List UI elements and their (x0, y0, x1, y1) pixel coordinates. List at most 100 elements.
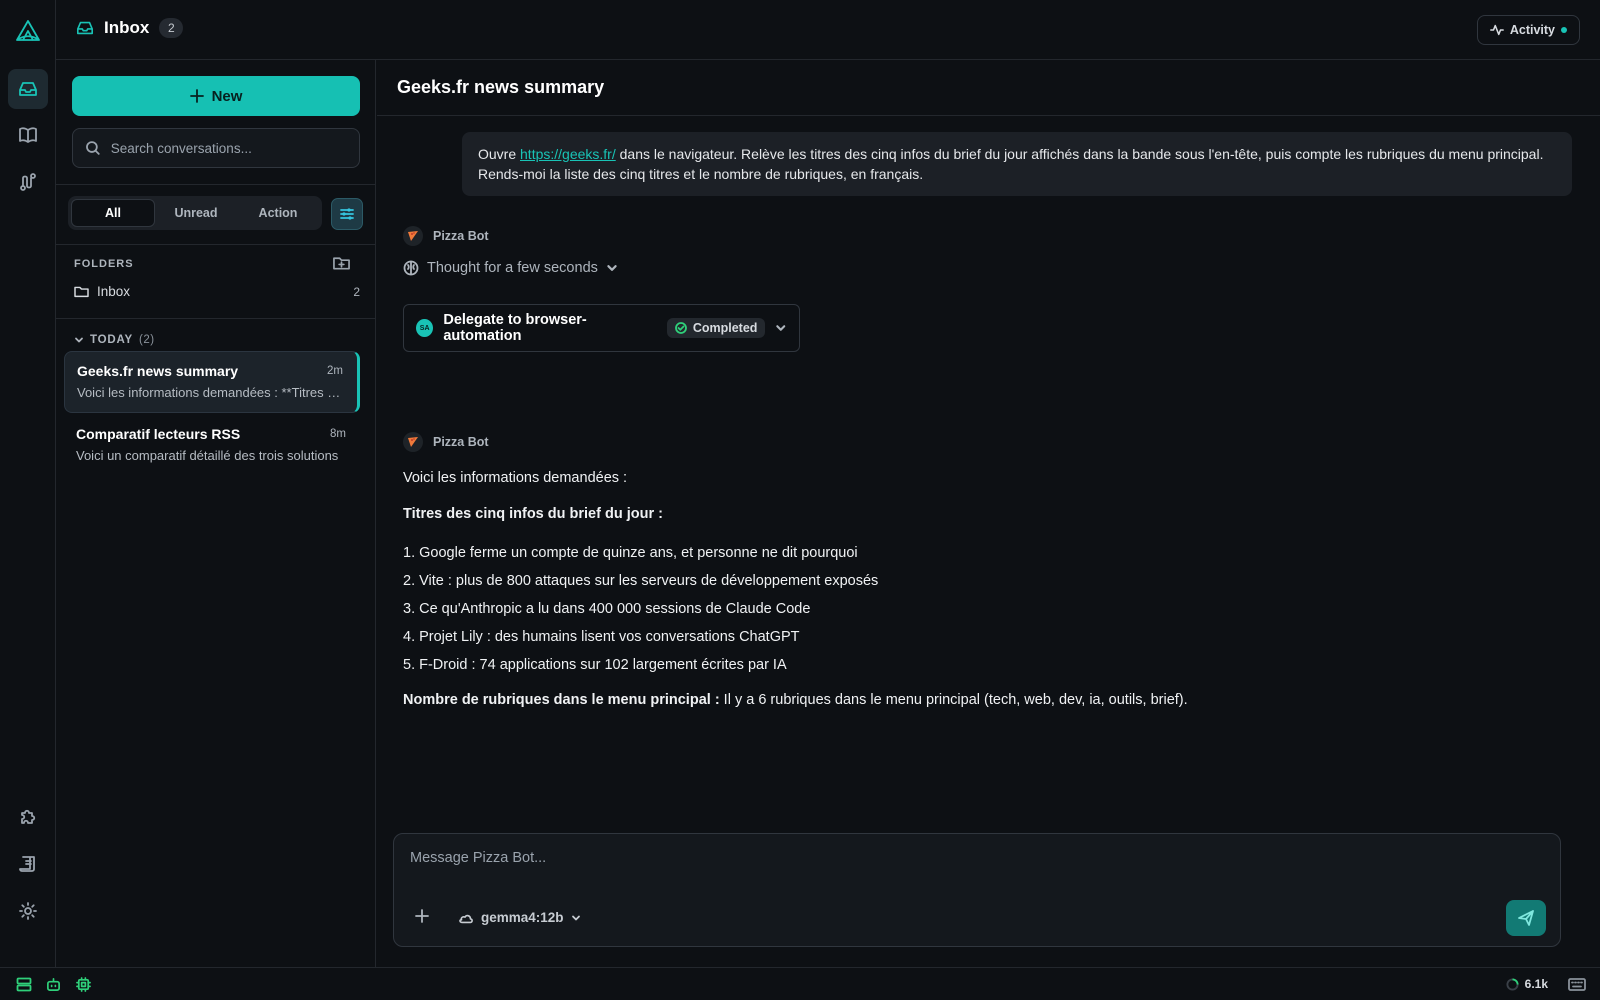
tab-unread[interactable]: Unread (155, 199, 237, 227)
chat-area: Geeks.fr news summary Ouvre https://geek… (377, 60, 1600, 967)
list-item: 1. Google ferme un compte de quinze ans,… (403, 545, 858, 561)
gear-icon (19, 902, 37, 920)
bot-label: Pizza Bot (403, 432, 489, 452)
search-input[interactable] (110, 140, 347, 156)
folders-heading: FOLDERS (74, 258, 134, 270)
inbox-icon (19, 82, 37, 96)
status-bar: 6.1k (0, 967, 1600, 1000)
thought-toggle[interactable]: Thought for a few seconds (403, 260, 618, 276)
conversation-preview: Voici les informations demandées : **Tit… (77, 385, 345, 400)
folder-item-inbox[interactable]: Inbox 2 (74, 284, 360, 299)
app-logo-icon[interactable] (14, 18, 42, 44)
today-heading: TODAY (90, 334, 133, 346)
message-composer: gemma4:12b (393, 833, 1561, 947)
user-message-suffix: dans le navigateur. Relève les titres de… (478, 146, 1544, 182)
token-count: 6.1k (1524, 977, 1548, 991)
message-input[interactable] (410, 850, 1510, 874)
pizza-icon (403, 432, 423, 452)
check-circle-icon (674, 322, 687, 334)
scroll-icon (19, 856, 35, 872)
conversation-item[interactable]: Comparatif lecteurs RSS 8m Voici un comp… (64, 415, 360, 477)
chevron-down-icon (75, 337, 83, 343)
keyboard-icon[interactable] (1568, 978, 1586, 991)
inbox-header: Inbox 2 (76, 18, 184, 38)
chevron-down-icon (571, 915, 580, 920)
activity-status-dot (1561, 27, 1567, 33)
folder-label: Inbox (97, 284, 131, 299)
search-box (72, 128, 360, 168)
send-button[interactable] (1506, 900, 1546, 936)
delegate-card[interactable]: SA Delegate to browser-automation Comple… (403, 304, 800, 352)
page-title: Inbox (104, 18, 150, 37)
rail-library-button[interactable] (8, 115, 48, 155)
conversation-time: 8m (330, 428, 346, 440)
attach-button[interactable] (414, 908, 430, 924)
user-message-link[interactable]: https://geeks.fr/ (520, 146, 616, 162)
delegate-label: Delegate to browser-automation (443, 312, 587, 344)
folder-plus-icon (333, 257, 350, 270)
model-selector[interactable]: gemma4:12b (458, 910, 581, 925)
rail-logs-button[interactable] (8, 844, 48, 884)
conversation-item[interactable]: Geeks.fr news summary 2m Voici les infor… (64, 351, 360, 413)
rail-workflows-button[interactable] (8, 162, 48, 202)
top-bar: Inbox 2 Activity (56, 0, 1600, 60)
user-message: Ouvre https://geeks.fr/ dans le navigate… (462, 132, 1572, 196)
conversation-title: Comparatif lecteurs RSS (76, 426, 241, 442)
model-name: gemma4:12b (481, 910, 564, 925)
conversation-preview: Voici un comparatif détaillé des trois s… (76, 448, 339, 463)
folder-icon (74, 286, 89, 298)
rail-inbox-button[interactable] (8, 69, 48, 109)
answer-intro: Voici les informations demandées : (403, 470, 628, 486)
app-rail (0, 0, 56, 967)
add-folder-button[interactable] (333, 255, 350, 271)
today-group-header[interactable]: TODAY (2) (74, 334, 155, 346)
inbox-count-badge: 2 (159, 18, 184, 38)
rail-plugins-button[interactable] (8, 797, 48, 837)
bot-label: Pizza Bot (403, 226, 489, 246)
puzzle-icon (21, 809, 36, 824)
tab-action[interactable]: Action (237, 199, 319, 227)
search-icon (86, 141, 100, 155)
pizza-icon (403, 226, 423, 246)
user-message-prefix: Ouvre (478, 146, 521, 162)
chevron-down-icon (607, 265, 617, 271)
sliders-icon (340, 208, 354, 220)
tab-all[interactable]: All (71, 199, 155, 227)
activity-icon (1489, 24, 1504, 36)
chevron-down-icon[interactable] (775, 322, 787, 334)
progress-ring-icon (1506, 977, 1519, 991)
plus-icon (189, 89, 204, 103)
divider (56, 184, 376, 185)
thought-label: Thought for a few seconds (427, 260, 598, 276)
rubric-count-label: Nombre de rubriques dans le menu princip… (403, 692, 720, 708)
list-item: 3. Ce qu'Anthropic a lu dans 400 000 ses… (403, 601, 811, 617)
answer-heading: Titres des cinq infos du brief du jour : (403, 506, 663, 522)
conversation-sidebar: New All Unread Action FOLDERS Inbox 2 TO… (56, 60, 376, 967)
bot-icon[interactable] (46, 977, 61, 992)
folder-count: 2 (353, 284, 360, 299)
inbox-icon (76, 21, 94, 35)
conversation-time: 2m (327, 365, 343, 377)
divider (56, 318, 376, 319)
send-icon (1518, 910, 1534, 926)
new-conversation-button[interactable]: New (72, 76, 360, 116)
chip-icon[interactable] (76, 977, 91, 992)
activity-button[interactable]: Activity (1476, 15, 1580, 45)
divider (56, 244, 376, 245)
status-badge: Completed (666, 318, 766, 338)
filter-tabs: All Unread Action (68, 196, 322, 230)
workflow-icon (20, 173, 36, 191)
rail-settings-button[interactable] (8, 891, 48, 931)
server-icon[interactable] (16, 977, 32, 992)
rubric-count-text: Il y a 6 rubriques dans le menu principa… (719, 692, 1188, 708)
bot-answer: Voici les informations demandées : Titre… (403, 468, 1553, 710)
activity-label: Activity (1509, 23, 1555, 37)
plus-icon (415, 909, 429, 923)
today-count: (2) (139, 334, 155, 346)
book-icon (19, 127, 37, 143)
headline-list: 1. Google ferme un compte de quinze ans,… (403, 543, 1553, 675)
bot-name: Pizza Bot (433, 435, 489, 449)
filter-settings-button[interactable] (331, 198, 363, 230)
list-item: 2. Vite : plus de 800 attaques sur les s… (403, 573, 879, 589)
cloud-icon (459, 914, 473, 923)
